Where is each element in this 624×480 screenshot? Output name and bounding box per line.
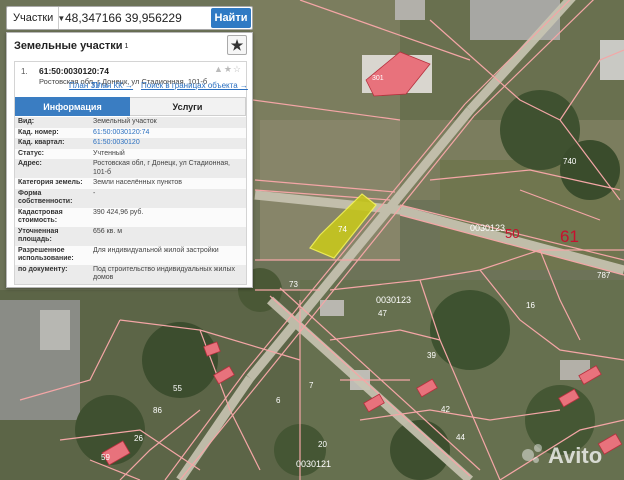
info-value: Учтенный	[93, 149, 125, 157]
tab-services[interactable]: Услуги	[130, 97, 246, 116]
info-row: Адрес: Ростовская обл, г Донецк, ул Стади…	[15, 159, 246, 178]
svg-text:0030123: 0030123	[470, 223, 505, 233]
svg-text:26: 26	[134, 434, 143, 443]
info-row: Форма собственности: -	[15, 188, 246, 208]
parcel-label-selected: 74	[338, 225, 347, 234]
info-row: Категория земель: Земли населённых пункто…	[15, 178, 246, 189]
info-value: Для индивидуальной жилой застройки	[93, 246, 219, 254]
svg-text:44: 44	[456, 433, 465, 442]
info-key: Кад. номер:	[18, 128, 59, 136]
svg-text:6: 6	[276, 396, 281, 405]
svg-text:50: 50	[505, 226, 519, 241]
search-input[interactable]	[59, 7, 211, 29]
info-value: Земельный участок	[93, 118, 157, 125]
plan-kk-link[interactable]: План КК →	[92, 81, 133, 90]
result-index: 1.	[21, 67, 28, 76]
svg-text:39: 39	[427, 351, 436, 360]
info-value[interactable]: 61:50:0030120:74	[90, 128, 246, 139]
svg-text:787: 787	[597, 271, 611, 280]
info-row: Вид: Земельный участок	[15, 117, 246, 128]
info-row: Кад. квартал: 61:50:0030120	[15, 138, 246, 149]
results-panel: Земельные участки 1 ★ 1. 61:50:0030120:74…	[6, 32, 253, 288]
info-key: Адрес:	[18, 160, 42, 167]
info-row: Уточненная площадь: 656 кв. м	[15, 226, 246, 246]
svg-text:42: 42	[441, 405, 450, 414]
info-value: Ростовская обл, г Донецк, ул Стадионная,…	[93, 160, 230, 176]
info-value: Под строительство индивидуальных жилых д…	[93, 265, 235, 282]
tab-info[interactable]: Информация	[15, 97, 130, 116]
result-count: 1	[124, 42, 129, 50]
info-row: Разрешенное использование: Для индивидуал…	[15, 245, 246, 265]
panel-title: Земельные участки	[14, 40, 123, 52]
info-key: Разрешенное использование:	[18, 246, 74, 263]
info-value[interactable]: 61:50:0030120	[90, 138, 246, 149]
info-key: Вид:	[18, 118, 35, 125]
svg-text:73: 73	[289, 280, 298, 289]
rating-stars-icon[interactable]: ▲★☆	[214, 64, 242, 75]
layer-select[interactable]: Участки ▼	[7, 7, 65, 29]
info-value: -	[93, 189, 96, 197]
info-key: Кад. квартал:	[18, 139, 65, 146]
info-key: Кадастровая стоимость:	[18, 208, 63, 225]
info-value: 656 кв. м	[93, 227, 123, 235]
svg-text:0030121: 0030121	[296, 459, 331, 469]
svg-text:16: 16	[526, 301, 535, 310]
info-key: по документу:	[18, 265, 68, 273]
info-key: Форма собственности:	[18, 189, 73, 206]
info-value: 390 424,96 руб.	[93, 208, 144, 216]
svg-text:47: 47	[378, 309, 387, 318]
svg-text:0030123: 0030123	[376, 295, 411, 305]
svg-text:86: 86	[153, 406, 162, 415]
svg-text:61: 61	[560, 227, 579, 246]
search-within-link[interactable]: Поиск в границах объекта →	[141, 81, 248, 90]
info-value: Земли населённых пунктов	[93, 179, 183, 186]
info-key: Уточненная площадь:	[18, 227, 59, 244]
info-key: Статус:	[18, 149, 44, 157]
find-button[interactable]: Найти	[211, 8, 251, 28]
info-key: Категория земель:	[18, 179, 83, 186]
svg-text:55: 55	[173, 384, 182, 393]
search-bar: Участки ▼ Найти	[6, 6, 253, 30]
svg-text:Avito: Avito	[548, 443, 602, 468]
panel-header: Земельные участки 1 ★	[7, 33, 252, 59]
info-row: Кадастровая стоимость: 390 424,96 руб.	[15, 207, 246, 227]
layer-select-label: Участки	[13, 12, 54, 24]
svg-text:301: 301	[372, 75, 384, 82]
svg-text:7: 7	[309, 381, 314, 390]
svg-text:59: 59	[101, 453, 110, 462]
favorite-star-icon[interactable]: ★	[227, 35, 247, 55]
svg-text:740: 740	[563, 157, 577, 166]
cadastral-number: 61:50:0030120:74	[39, 66, 109, 76]
info-row: Кад. номер: 61:50:0030120:74	[15, 127, 246, 139]
result-tabs: Информация Услуги	[15, 97, 246, 116]
info-row: Статус: Учтенный	[15, 148, 246, 159]
info-row: по документу: Под строительство индивидуа…	[15, 264, 246, 284]
info-table: Вид: Земельный участок Кад. номер: 61:50:00…	[15, 117, 246, 284]
svg-text:20: 20	[318, 440, 327, 449]
